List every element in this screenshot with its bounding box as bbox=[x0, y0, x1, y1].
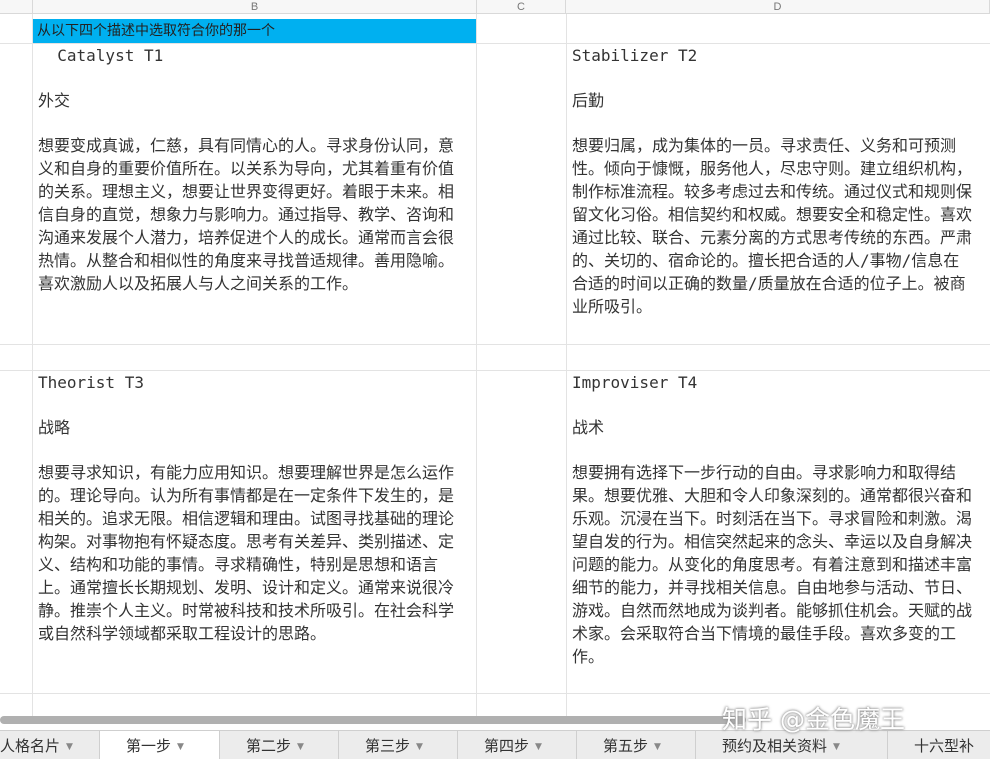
cell-subtitle: 后勤 bbox=[572, 91, 605, 110]
cell-title: Stabilizer T2 bbox=[572, 46, 698, 65]
cell-subtitle: 战略 bbox=[38, 418, 71, 437]
tab-label: 十六型补 bbox=[914, 737, 975, 755]
gridline-col-c bbox=[566, 14, 567, 720]
instruction-banner-cell[interactable]: 从以下四个描述中选取符合你的那一个 bbox=[33, 19, 476, 43]
tab-label: 第三步 bbox=[365, 737, 411, 755]
sheet-tab-personality-card[interactable]: 人格名片 ▼ bbox=[0, 731, 100, 759]
gridline-col-b bbox=[476, 14, 477, 720]
cell-stabilizer-t2[interactable]: Stabilizer T2 后勤 想要归属，成为集体的一员。寻求责任、义务和可预… bbox=[572, 44, 974, 318]
cell-subtitle: 外交 bbox=[38, 91, 71, 110]
sheet-tab-step-4[interactable]: 第四步 ▼ bbox=[458, 731, 577, 759]
sheet-tab-step-1[interactable]: 第一步 ▼ bbox=[100, 731, 220, 759]
cell-title: Improviser T4 bbox=[572, 373, 698, 392]
tab-label: 人格名片 bbox=[0, 737, 61, 755]
gridline-col-a bbox=[32, 14, 33, 720]
chevron-down-icon: ▼ bbox=[416, 741, 423, 752]
chevron-down-icon: ▼ bbox=[654, 741, 661, 752]
chevron-down-icon: ▼ bbox=[535, 741, 542, 752]
cell-improviser-t4[interactable]: Improviser T4 战术 想要拥有选择下一步行动的自由。寻求影响力和取得… bbox=[572, 371, 974, 668]
column-header-c[interactable]: C bbox=[477, 0, 566, 14]
tab-label: 第一步 bbox=[126, 737, 172, 755]
column-header-b[interactable]: B bbox=[33, 0, 477, 14]
chevron-down-icon: ▼ bbox=[66, 741, 73, 752]
chevron-down-icon: ▼ bbox=[177, 741, 184, 752]
column-header-d[interactable]: D bbox=[566, 0, 990, 14]
tab-label: 预约及相关资料 bbox=[722, 737, 828, 755]
column-header-a[interactable] bbox=[0, 0, 33, 14]
chevron-down-icon: ▼ bbox=[297, 741, 304, 752]
chevron-down-icon: ▼ bbox=[833, 741, 840, 752]
tab-label: 第五步 bbox=[603, 737, 649, 755]
sheet-tab-step-3[interactable]: 第三步 ▼ bbox=[339, 731, 458, 759]
cell-title: Catalyst T1 bbox=[38, 46, 164, 65]
cell-subtitle: 战术 bbox=[572, 418, 605, 437]
cell-description: 想要寻求知识，有能力应用知识。想要理解世界是怎么运作的。理论导向。认为所有事情都… bbox=[38, 463, 455, 643]
cell-title: Theorist T3 bbox=[38, 373, 144, 392]
cell-description: 想要拥有选择下一步行动的自由。寻求影响力和取得结果。想要优雅、大胆和令人印象深刻… bbox=[572, 463, 973, 666]
cell-description: 想要变成真诚，仁慈，具有同情心的人。寻求身份认同，意义和自身的重要价值所在。以关… bbox=[38, 136, 455, 293]
sheet-tab-step-2[interactable]: 第二步 ▼ bbox=[220, 731, 339, 759]
gridline-row-4 bbox=[0, 693, 990, 694]
sheet-tab-step-5[interactable]: 第五步 ▼ bbox=[577, 731, 696, 759]
zhihu-watermark: 知乎 @金色魔王 bbox=[722, 705, 905, 734]
tab-label: 第二步 bbox=[246, 737, 292, 755]
cell-description: 想要归属，成为集体的一员。寻求责任、义务和可预测性。倾向于慷慨，服务他人，尽忠守… bbox=[572, 136, 973, 316]
horizontal-scrollbar[interactable] bbox=[0, 716, 746, 724]
cell-theorist-t3[interactable]: Theorist T3 战略 想要寻求知识，有能力应用知识。想要理解世界是怎么运… bbox=[38, 371, 461, 645]
gridline-row-2 bbox=[0, 344, 990, 345]
cell-catalyst-t1[interactable]: Catalyst T1 外交 想要变成真诚，仁慈，具有同情心的人。寻求身份认同，… bbox=[38, 44, 461, 295]
tab-label: 第四步 bbox=[484, 737, 530, 755]
